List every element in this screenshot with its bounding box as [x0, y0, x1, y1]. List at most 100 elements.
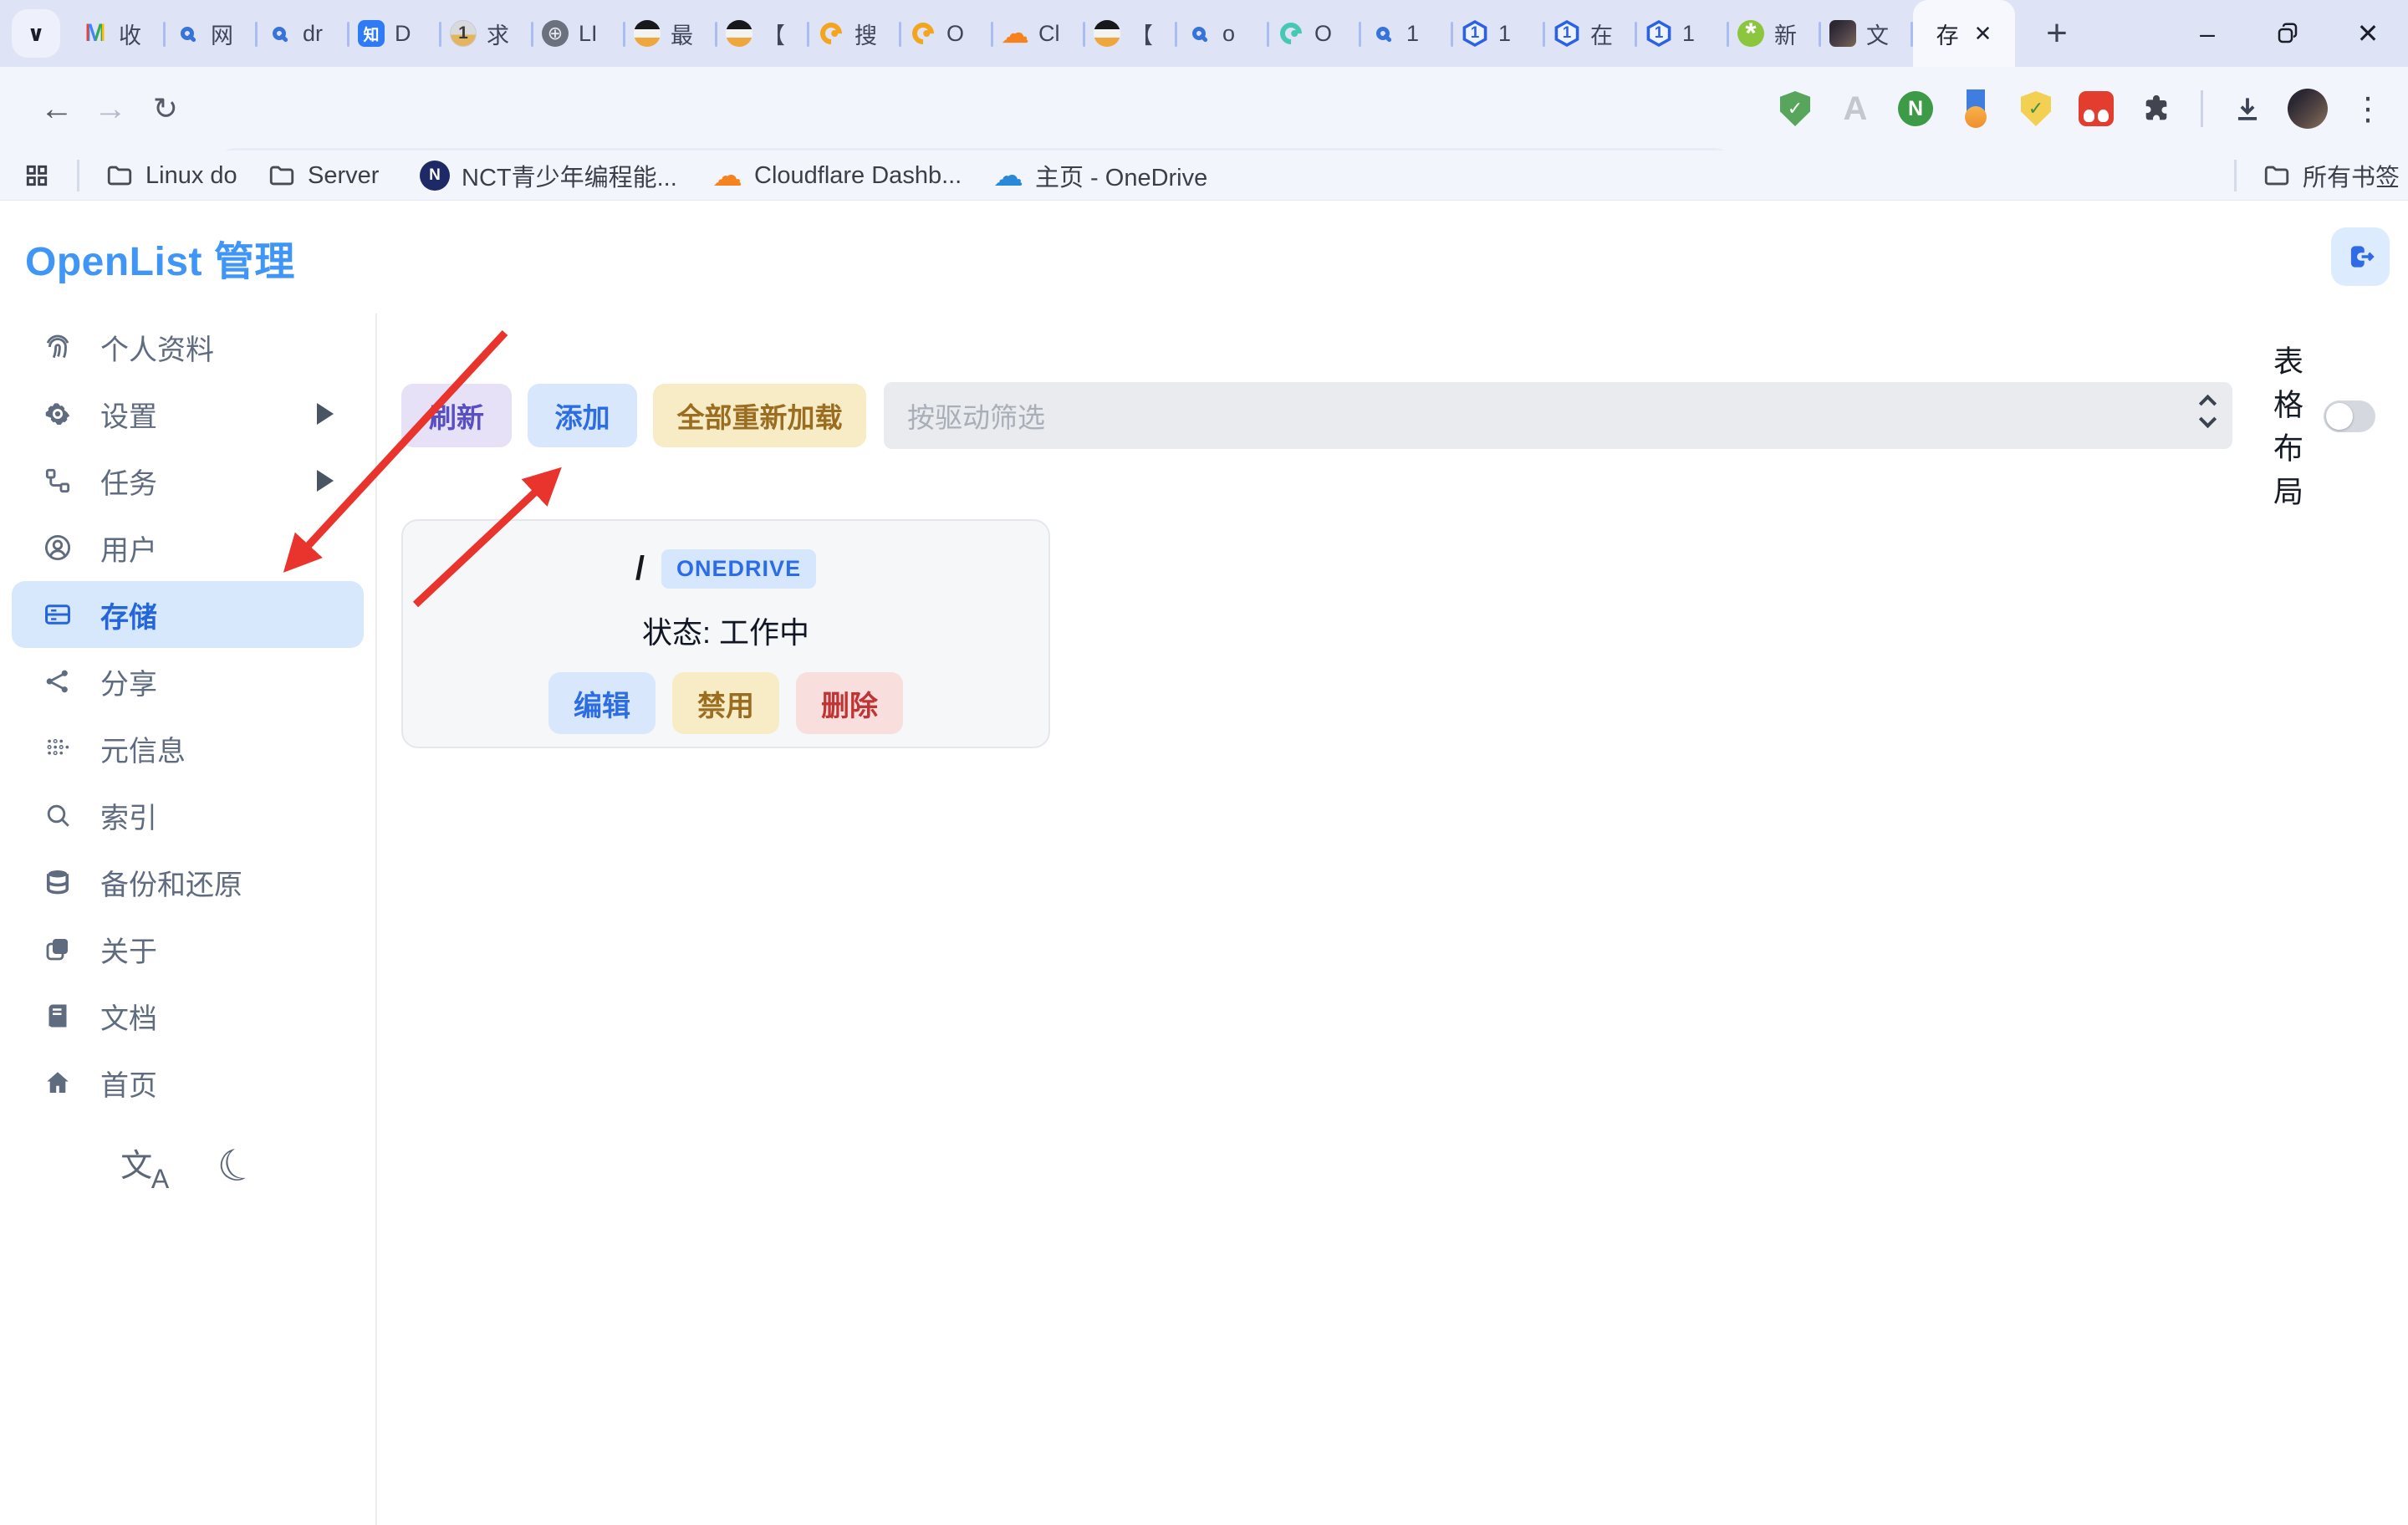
delete-button[interactable]: 删除 — [796, 672, 903, 734]
reload-button[interactable]: ↻ — [142, 67, 189, 150]
refresh-button[interactable]: 刷新 — [401, 384, 512, 447]
extension-red-icon[interactable] — [2072, 84, 2120, 133]
bookmark-cloudflare[interactable]: ☁ Cloudflare Dashb... — [712, 150, 962, 201]
bookmarks-divider — [2234, 160, 2237, 191]
expand-arrow-icon[interactable] — [317, 403, 334, 425]
restore-button[interactable] — [2247, 0, 2328, 67]
tab-search-button[interactable]: ∨ — [12, 9, 60, 58]
browser-tab[interactable]: 知D — [349, 0, 441, 67]
browser-tab[interactable]: O — [1269, 0, 1361, 67]
orange-swirl-favicon — [818, 20, 844, 47]
browser-tab[interactable]: 1在 — [1545, 0, 1637, 67]
egg-favicon — [634, 20, 661, 47]
sidebar-item-tasks[interactable]: 任务 — [12, 447, 364, 514]
close-window-button[interactable]: ✕ — [2328, 0, 2408, 67]
apps-grid-button[interactable] — [23, 150, 50, 201]
share-icon — [40, 666, 75, 696]
all-bookmarks-button[interactable]: 所有书签 — [2263, 150, 2400, 201]
avatar-favicon — [1829, 20, 1856, 47]
logout-icon — [2344, 241, 2376, 273]
sidebar-item-index[interactable]: 索引 — [12, 782, 364, 849]
logout-button[interactable] — [2331, 227, 2390, 286]
download-icon — [2232, 93, 2263, 125]
extension-yellow-shield-icon[interactable]: ✓ — [2012, 84, 2060, 133]
toolbar-divider — [2201, 90, 2203, 127]
minimize-button[interactable]: – — [2167, 0, 2247, 67]
browser-tab[interactable]: 【 — [1085, 0, 1177, 67]
sidebar-item-users[interactable]: 用户 — [12, 514, 364, 581]
browser-tab[interactable]: *新 — [1729, 0, 1821, 67]
translate-button[interactable]: 文A — [119, 1141, 169, 1191]
reload-all-button[interactable]: 全部重新加载 — [653, 384, 866, 447]
tasks-icon — [40, 465, 75, 497]
sidebar-item-metadata[interactable]: 元信息 — [12, 715, 364, 782]
browser-tab[interactable]: 文 — [1821, 0, 1913, 67]
grid-icon — [23, 162, 50, 189]
teal-swirl-favicon — [1278, 20, 1304, 47]
sidebar-item-share[interactable]: 分享 — [12, 648, 364, 715]
browser-tab[interactable]: 11 — [1453, 0, 1545, 67]
back-button[interactable]: ← — [33, 67, 80, 150]
browser-toolbar: ← → ↻ pan.zzrbk.xyz/@manage/storages ☆ ✓… — [0, 67, 2408, 150]
storage-icon — [40, 599, 75, 630]
database-icon — [40, 867, 75, 897]
driver-filter-select[interactable]: 按驱动筛选 — [884, 382, 2232, 449]
meta-dots-icon — [40, 734, 75, 762]
sidebar-item-profile[interactable]: 个人资料 — [12, 314, 364, 380]
bookmark-nct[interactable]: N NCT青少年编程能... — [420, 150, 677, 201]
browser-menu-button[interactable]: ⋮ — [2344, 84, 2392, 133]
browser-tab[interactable]: 【 — [717, 0, 809, 67]
sidebar-item-home[interactable]: 首页 — [12, 1049, 364, 1116]
globe-favicon: ⊕ — [542, 20, 569, 47]
dark-mode-moon-icon[interactable]: ☾ — [210, 1136, 263, 1196]
sidebar-footer: 文A ☾ — [0, 1141, 375, 1191]
browser-tab[interactable]: O — [901, 0, 993, 67]
browser-tab[interactable]: dr — [258, 0, 349, 67]
browser-tab[interactable]: ☁Cl — [993, 0, 1085, 67]
browser-tab[interactable]: 1求 — [441, 0, 533, 67]
extensions-row: ✓ A N ✓ ⋮ — [1771, 67, 2392, 150]
browser-tab[interactable]: 1 — [1361, 0, 1453, 67]
sidebar-item-about[interactable]: 关于 — [12, 916, 364, 982]
browser-tab[interactable]: 搜 — [809, 0, 901, 67]
add-button[interactable]: 添加 — [528, 384, 637, 447]
sidebar-item-settings[interactable]: 设置 — [12, 380, 364, 447]
table-layout-toggle[interactable] — [2324, 400, 2375, 432]
extension-green-shield-icon[interactable]: ✓ — [1771, 84, 1819, 133]
browser-tab-strip: ∨ M收 网 dr 知D 1求 ⊕LI 最 【 搜 O ☁Cl 【 o O 1 … — [0, 0, 2408, 67]
close-tab-icon[interactable]: ✕ — [1974, 21, 1992, 47]
hexagon-1-favicon: 1 — [1462, 20, 1488, 47]
edit-button[interactable]: 编辑 — [548, 672, 656, 734]
extension-green-n-icon[interactable]: N — [1891, 84, 1940, 133]
expand-arrow-icon[interactable] — [317, 470, 334, 492]
cloudflare-favicon: ☁ — [1002, 20, 1028, 47]
browser-tab[interactable]: o — [1177, 0, 1269, 67]
browser-tab[interactable]: 最 — [625, 0, 717, 67]
new-tab-button[interactable]: + — [2033, 10, 2080, 57]
extension-medal-icon[interactable] — [1951, 84, 2000, 133]
egg-favicon — [726, 20, 752, 47]
extension-gray-a-icon[interactable]: A — [1831, 84, 1880, 133]
extensions-puzzle-icon[interactable] — [2132, 84, 2181, 133]
browser-tab[interactable]: M收 — [74, 0, 166, 67]
browser-tab[interactable]: 网 — [166, 0, 258, 67]
sidebar-item-docs[interactable]: 文档 — [12, 982, 364, 1049]
folder-icon — [268, 161, 296, 190]
select-chevrons-icon — [2201, 397, 2214, 426]
profile-avatar[interactable] — [2283, 84, 2332, 133]
bookmark-linux-do[interactable]: Linux do — [105, 150, 237, 201]
sidebar-item-storage[interactable]: 存储 — [12, 581, 364, 648]
bookmark-server[interactable]: Server — [268, 150, 379, 201]
lime-wheel-favicon: * — [1737, 20, 1764, 47]
forward-button[interactable]: → — [87, 67, 134, 150]
browser-tab[interactable]: ⊕LI — [533, 0, 625, 67]
egg-favicon — [1094, 20, 1120, 47]
bookmark-onedrive[interactable]: ☁ 主页 - OneDrive — [993, 150, 1207, 201]
sidebar-item-backup[interactable]: 备份和还原 — [12, 849, 364, 916]
docs-icon — [40, 1001, 75, 1031]
downloads-button[interactable] — [2223, 84, 2272, 133]
browser-tab[interactable]: 11 — [1637, 0, 1729, 67]
active-browser-tab[interactable]: 存✕ — [1913, 0, 2015, 67]
disable-button[interactable]: 禁用 — [672, 672, 779, 734]
driver-filter-placeholder: 按驱动筛选 — [907, 395, 1045, 436]
